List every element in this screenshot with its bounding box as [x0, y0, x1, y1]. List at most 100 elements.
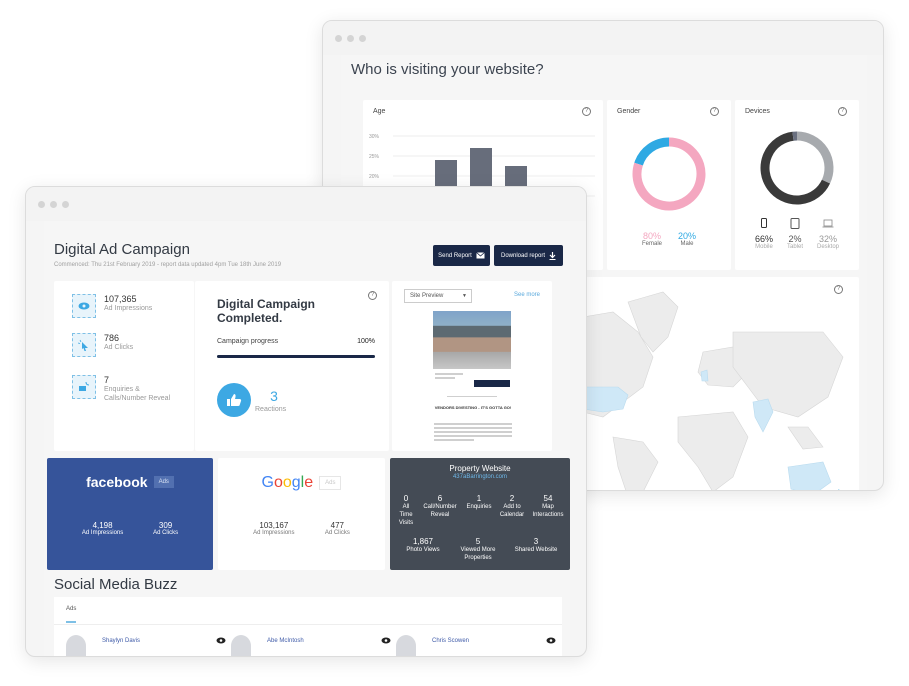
- reactions-value: 3: [270, 388, 278, 404]
- page-title: Digital Ad Campaign: [54, 241, 190, 258]
- property-photo[interactable]: [433, 311, 511, 369]
- help-circle-icon[interactable]: ?: [710, 107, 719, 116]
- window-dot: [50, 200, 57, 208]
- send-report-label: Send Report: [438, 252, 472, 259]
- devices-card: Devices ? 66% Mobile 2% Tablet 32% Deskt…: [735, 100, 859, 270]
- cursor-click-icon: [72, 333, 96, 357]
- map-usa: [583, 386, 629, 413]
- pw-metric-value: 1: [476, 494, 482, 503]
- impressions-label: Ad Impressions: [104, 305, 153, 312]
- campaign-window: Digital Ad Campaign Commenced: Thu 21st …: [25, 186, 587, 657]
- fb-clicks-value: 309: [158, 521, 173, 530]
- legend-mobile: 66% Mobile: [755, 216, 773, 250]
- property-website-link[interactable]: 437aBarrington.com: [390, 474, 570, 480]
- map-south-america: [612, 436, 659, 490]
- window-dot: [335, 34, 342, 42]
- tablet-icon: [790, 218, 800, 229]
- campaign-status-card: ? Digital Campaign Completed. Campaign p…: [195, 281, 389, 451]
- google-letter: g: [291, 474, 301, 491]
- map-asia: [732, 331, 844, 418]
- social-post[interactable]: Abe McIntosh: [231, 635, 391, 656]
- send-report-button[interactable]: Send Report: [433, 245, 490, 266]
- see-more-link[interactable]: See more: [514, 292, 540, 298]
- active-tab-indicator: [66, 621, 76, 623]
- google-ads-card: Google Ads 103,167 Ad Impressions 477 Ad…: [218, 458, 385, 570]
- stat-enquiries: 7 Enquiries & Calls/Number Reveal: [72, 375, 184, 403]
- person-name[interactable]: Shaylyn Davis: [102, 638, 140, 644]
- google-metrics: 103,167 Ad Impressions 477 Ad Clicks: [218, 521, 385, 536]
- laptop-icon: [822, 219, 834, 228]
- eye-icon: [72, 294, 96, 318]
- window-titlebar: [323, 21, 883, 55]
- pw-metric-value: 5: [475, 537, 481, 546]
- g-impressions-label: Ad Impressions: [253, 530, 295, 536]
- help-circle-icon[interactable]: ?: [368, 291, 377, 300]
- gender-legend: 80% Female 20% Male: [607, 231, 731, 247]
- ads-tag: Ads: [319, 476, 342, 490]
- world-map[interactable]: [583, 277, 859, 491]
- download-report-button[interactable]: Download report: [494, 245, 563, 266]
- pw-metric-label: Enquiries: [466, 504, 492, 510]
- map-africa: [677, 411, 749, 490]
- ads-tag: Ads: [153, 476, 174, 488]
- page-subtitle: Commenced: Thu 21st February 2019 - repo…: [54, 262, 282, 268]
- campaign-progress-value: 100%: [357, 338, 375, 345]
- window-titlebar: [26, 187, 586, 221]
- y-tick-label: 25%: [369, 154, 380, 160]
- eye-icon[interactable]: [381, 637, 391, 644]
- section-title: Who is visiting your website?: [351, 61, 544, 78]
- person-name[interactable]: Chris Scowen: [432, 638, 469, 644]
- legend-female: 80% Female: [642, 231, 662, 247]
- site-preview-card: Site Preview ▼ See more VENDORS DIVESTIN…: [392, 281, 552, 451]
- map-new-zealand: [838, 489, 840, 490]
- reactions-label: Reactions: [255, 406, 287, 413]
- preview-text-line: [435, 373, 463, 375]
- male-label: Male: [680, 241, 694, 247]
- enquiries-value: 7: [104, 375, 110, 385]
- fb-impressions: 4,198 Ad Impressions: [82, 521, 123, 536]
- fb-impressions-label: Ad Impressions: [81, 530, 124, 536]
- social-post[interactable]: Chris Scowen: [396, 635, 556, 656]
- pw-metric: 54 Map Interactions: [530, 494, 566, 527]
- preview-call-button[interactable]: [474, 380, 510, 387]
- stat-impressions: 107,365 Ad Impressions: [72, 294, 152, 318]
- map-southeast-asia: [787, 426, 824, 450]
- smartphone-icon: [760, 218, 767, 228]
- desktop-value: 32%: [819, 234, 838, 244]
- devices-donut-chart: [760, 131, 834, 205]
- facebook-ads-card: facebook Ads 4,198 Ad Impressions 309 Ad…: [47, 458, 213, 570]
- property-metrics-row-2: 1,867 Photo Views 5 Viewed More Properties…: [396, 537, 566, 562]
- gender-label: Gender: [617, 108, 641, 115]
- chat-phone-icon: [72, 375, 96, 399]
- tab-ads[interactable]: Ads: [66, 606, 76, 612]
- thumbs-up-icon: [217, 383, 251, 417]
- site-preview-select[interactable]: Site Preview ▼: [404, 289, 472, 303]
- female-value: 80%: [642, 231, 661, 241]
- y-tick-label: 20%: [369, 174, 380, 180]
- pw-metric-value: 0: [403, 494, 409, 503]
- pw-metric-value: 6: [437, 494, 443, 503]
- map-uk: [700, 369, 709, 382]
- devices-legend: 66% Mobile 2% Tablet 32% Desktop: [735, 216, 859, 250]
- male-segment[interactable]: [634, 137, 670, 166]
- select-value: Site Preview: [410, 293, 444, 299]
- eye-icon[interactable]: [216, 637, 226, 644]
- preview-text-line: [434, 427, 512, 429]
- eye-icon[interactable]: [546, 637, 556, 644]
- person-name[interactable]: Abe McIntosh: [267, 638, 304, 644]
- desktop-segment[interactable]: [796, 131, 834, 184]
- campaign-title: Digital Campaign Completed.: [217, 297, 316, 325]
- gender-donut-chart: [632, 137, 706, 211]
- preview-text-line: [434, 431, 512, 433]
- avatar: [396, 635, 416, 656]
- social-post[interactable]: Shaylyn Davis: [66, 635, 226, 656]
- preview-text-line: [434, 423, 512, 425]
- devices-label: Devices: [745, 108, 770, 115]
- fb-impressions-value: 4,198: [92, 521, 113, 530]
- pw-metric-value: 1,867: [412, 537, 434, 546]
- preview-text-line: [434, 435, 512, 437]
- help-circle-icon[interactable]: ?: [838, 107, 847, 116]
- pw-metric: 1 Enquiries: [464, 494, 494, 527]
- pw-metric: 5 Viewed More Properties: [457, 537, 499, 562]
- preview-divider: [447, 396, 497, 397]
